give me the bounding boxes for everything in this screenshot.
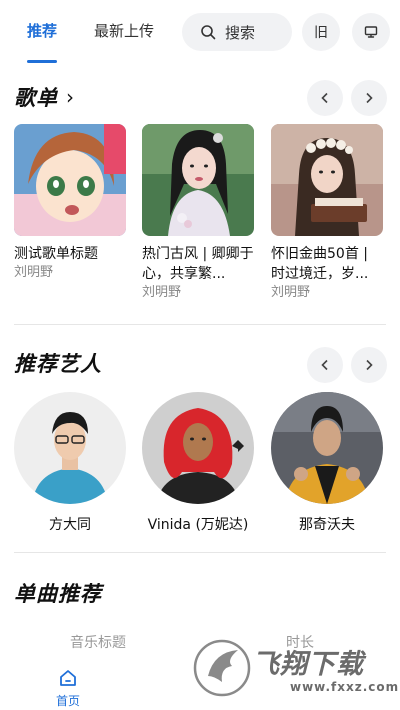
artist-name: 那奇沃夫 bbox=[299, 517, 355, 533]
artist-avatar bbox=[142, 392, 254, 504]
nav-home[interactable]: 首页 bbox=[48, 668, 88, 709]
playlists-section-title[interactable]: 歌单 › bbox=[14, 82, 75, 112]
artist-card[interactable]: 那奇沃夫 bbox=[271, 392, 383, 534]
search-icon bbox=[201, 25, 216, 40]
artists-section-title: 推荐艺人 bbox=[14, 348, 102, 378]
chevron-left-icon bbox=[321, 92, 328, 104]
watermark: 飞翔下载 www.fxxz.com bbox=[192, 632, 398, 704]
monitor-icon bbox=[364, 26, 378, 38]
tab-recommend[interactable]: 推荐 bbox=[27, 20, 57, 42]
artist-avatar bbox=[271, 392, 383, 504]
section-divider bbox=[14, 324, 386, 325]
artist-name: 方大同 bbox=[49, 517, 91, 533]
desktop-button[interactable] bbox=[352, 13, 390, 51]
artists-next-button[interactable] bbox=[351, 347, 387, 383]
artists-title: 推荐艺人 bbox=[14, 352, 102, 376]
top-bar: 推荐 最新上传 搜索 旧 bbox=[0, 0, 400, 66]
playlist-cover-image bbox=[14, 124, 126, 236]
watermark-url: www.fxxz.com bbox=[290, 680, 400, 694]
playlist-title: 怀旧金曲50首 | 时过境迁，岁... bbox=[271, 246, 369, 282]
artist-card[interactable]: 方大同 bbox=[14, 392, 126, 534]
playlist-cover-image bbox=[271, 124, 383, 236]
home-icon bbox=[60, 670, 76, 686]
playlist-title: 热门古风 | 卿卿于心，共享繁... bbox=[142, 246, 254, 282]
playlist-author: 刘明野 bbox=[271, 285, 311, 300]
column-header-title: 音乐标题 bbox=[70, 635, 126, 651]
artist-name: Vinida (万妮达) bbox=[147, 517, 249, 533]
active-tab-indicator bbox=[27, 60, 57, 63]
chevron-right-icon: › bbox=[66, 85, 75, 109]
search-label: 搜索 bbox=[225, 23, 256, 42]
playlist-cover-image bbox=[142, 124, 254, 236]
watermark-text: 飞翔下载 bbox=[252, 649, 364, 680]
playlist-card[interactable]: 热门古风 | 卿卿于心，共享繁... 刘明野 bbox=[142, 124, 254, 302]
playlists-prev-button[interactable] bbox=[307, 80, 343, 116]
playlists-title: 歌单 bbox=[14, 86, 58, 110]
chevron-right-icon bbox=[366, 92, 373, 104]
artist-card[interactable]: Vinida (万妮达) bbox=[142, 392, 254, 534]
playlist-card[interactable]: 测试歌单标题 刘明野 bbox=[14, 124, 126, 282]
playlists-next-button[interactable] bbox=[351, 80, 387, 116]
playlist-card[interactable]: 怀旧金曲50首 | 时过境迁，岁... 刘明野 bbox=[271, 124, 383, 302]
playlist-author: 刘明野 bbox=[14, 265, 54, 280]
watermark-logo-icon bbox=[193, 639, 251, 697]
playlist-author: 刘明野 bbox=[142, 285, 182, 300]
artist-avatar bbox=[14, 392, 126, 504]
chevron-left-icon bbox=[321, 359, 328, 371]
songs-title: 单曲推荐 bbox=[14, 582, 102, 606]
tab-latest-uploads[interactable]: 最新上传 bbox=[94, 20, 154, 42]
nav-home-label: 首页 bbox=[55, 694, 80, 708]
songs-section-title: 单曲推荐 bbox=[14, 578, 102, 608]
artists-prev-button[interactable] bbox=[307, 347, 343, 383]
old-version-button[interactable]: 旧 bbox=[302, 13, 340, 51]
chevron-right-icon bbox=[366, 359, 373, 371]
search-button[interactable]: 搜索 bbox=[182, 13, 292, 51]
playlist-title: 测试歌单标题 bbox=[14, 246, 98, 262]
section-divider bbox=[14, 552, 386, 553]
